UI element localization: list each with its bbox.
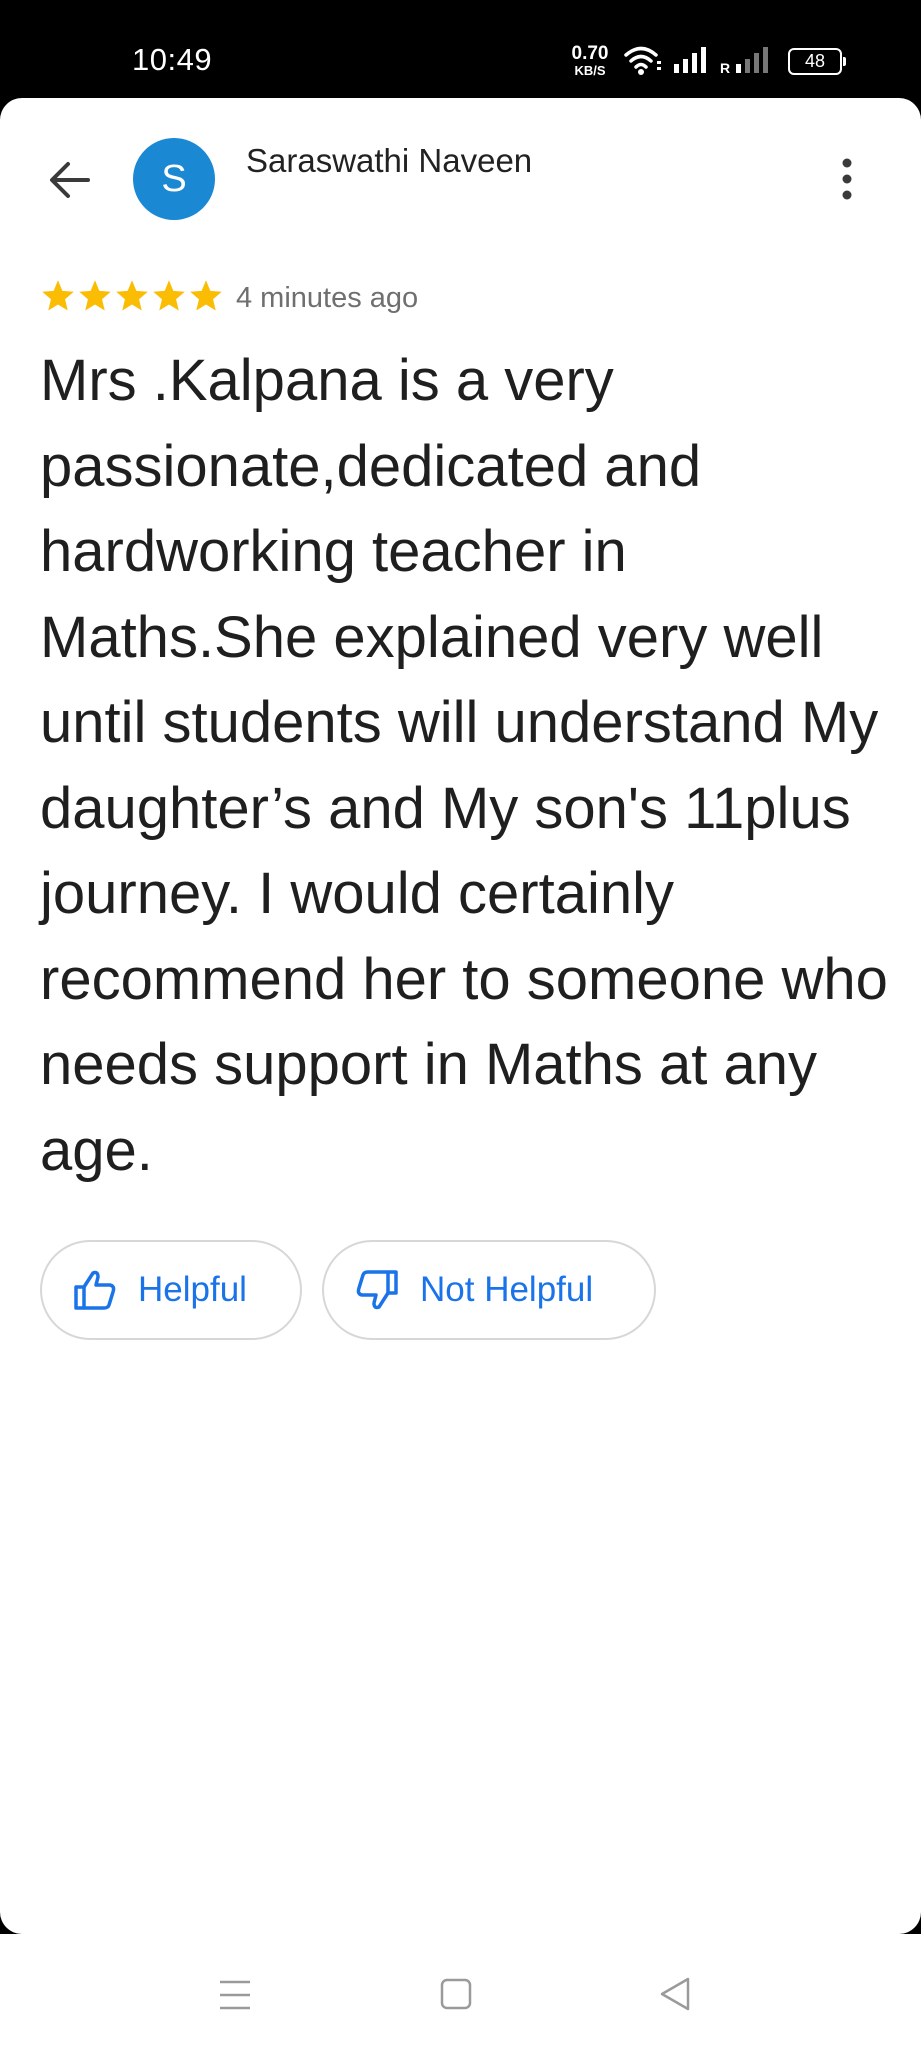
star-icon — [42, 280, 74, 311]
menu-icon[interactable] — [218, 1978, 252, 2012]
helpful-label: Helpful — [138, 1270, 247, 1309]
helpful-button[interactable]: Helpful — [40, 1240, 302, 1340]
sim2-label: R — [720, 60, 731, 76]
status-bar: 10:49 0.70 KB/S R 48 — [0, 0, 921, 98]
wifi-icon — [624, 46, 661, 75]
star-icon — [79, 280, 111, 311]
network-speed-unit: KB/S — [574, 63, 606, 78]
review-text: Mrs .Kalpana is a very passionate,dedica… — [40, 348, 888, 1183]
star-icon — [190, 280, 222, 311]
signal-icon — [674, 47, 706, 73]
signal-icon — [736, 47, 768, 73]
not-helpful-button[interactable]: Not Helpful — [322, 1240, 656, 1340]
author-name[interactable]: Saraswathi Naveen — [246, 142, 532, 180]
not-helpful-label: Not Helpful — [420, 1270, 594, 1309]
network-speed: 0.70 KB/S — [566, 44, 614, 77]
back-triangle-icon[interactable] — [658, 1976, 692, 2012]
more-options-icon[interactable] — [832, 154, 862, 204]
avatar[interactable]: S — [133, 138, 215, 220]
thumbs-up-icon — [74, 1270, 116, 1310]
review-time: 4 minutes ago — [236, 282, 419, 314]
star-icon — [116, 280, 148, 311]
navigation-bar — [0, 1934, 921, 2048]
star-rating — [40, 278, 224, 316]
review-screen: S Saraswathi Naveen 4 minutes ago Mrs .K… — [0, 98, 921, 1934]
thumbs-down-icon — [356, 1270, 398, 1310]
battery-icon: 48 — [788, 48, 846, 75]
status-time: 10:49 — [132, 42, 213, 77]
star-icon — [153, 280, 185, 311]
back-arrow-icon[interactable] — [44, 154, 96, 206]
home-icon[interactable] — [440, 1978, 472, 2010]
network-speed-value: 0.70 — [571, 43, 609, 64]
